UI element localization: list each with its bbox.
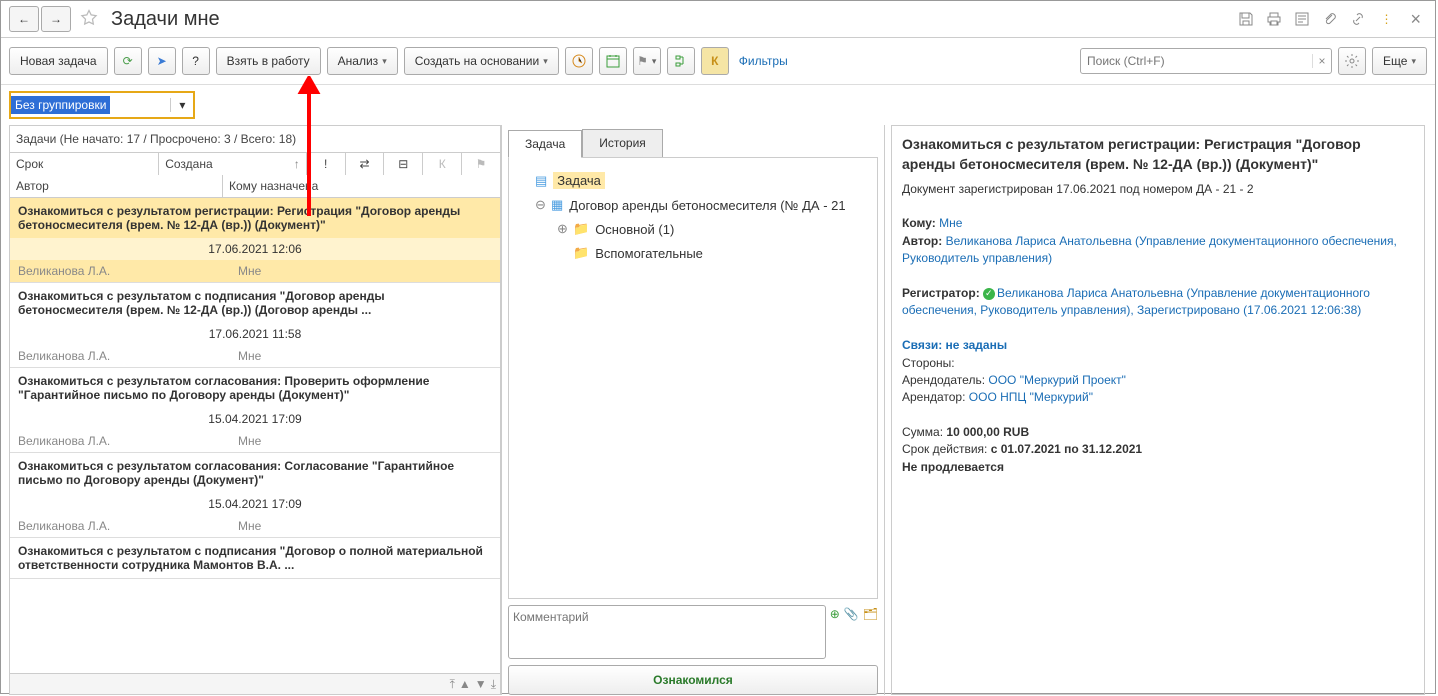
detail-heading: Ознакомиться с результатом регистрации: … xyxy=(902,134,1414,175)
print-icon[interactable] xyxy=(1264,9,1284,29)
k-button[interactable]: К xyxy=(701,47,729,75)
clock-button[interactable] xyxy=(565,47,593,75)
col-assignee[interactable]: Кому назначена xyxy=(223,175,324,197)
col-author[interactable]: Автор xyxy=(10,175,223,197)
refresh-button[interactable]: ⟳ xyxy=(114,47,142,75)
search-input[interactable] xyxy=(1081,54,1312,68)
author-link[interactable]: Великанова Лариса Анатольевна (Управлени… xyxy=(902,234,1397,265)
col-flow-icon[interactable]: ⇄ xyxy=(346,153,385,175)
doc-icon: ▦ xyxy=(551,197,563,213)
tab-history[interactable]: История xyxy=(582,129,663,157)
collapse-icon[interactable]: ⊖ xyxy=(535,197,547,213)
link-icon[interactable] xyxy=(1348,9,1368,29)
task-icon: ▤ xyxy=(535,173,547,189)
search-clear-button[interactable]: × xyxy=(1312,54,1331,68)
tree-aux-folder[interactable]: ⊕ 📁 Вспомогательные xyxy=(557,241,869,265)
task-row[interactable]: Ознакомиться с результатом с подписания … xyxy=(10,283,500,368)
col-k-icon[interactable]: К xyxy=(423,153,462,175)
tab-task[interactable]: Задача xyxy=(508,130,582,158)
calendar-button[interactable] xyxy=(599,47,627,75)
grouping-select[interactable]: Без группировки ▾ xyxy=(9,91,195,119)
flag-button[interactable]: ⚑▾ xyxy=(633,47,661,75)
task-tree: ▤ Задача ⊖ ▦ Договор аренды бетоносмесит… xyxy=(508,157,878,599)
acknowledge-button[interactable]: Ознакомился xyxy=(508,665,878,695)
lessee-link[interactable]: ООО НПЦ "Меркурий" xyxy=(969,390,1093,404)
attach-icon[interactable] xyxy=(1320,9,1340,29)
search-input-wrap: × xyxy=(1080,48,1332,74)
links-link[interactable]: Связи: не заданы xyxy=(902,337,1414,354)
filters-link[interactable]: Фильтры xyxy=(739,54,788,68)
take-to-work-button[interactable]: Взять в работу xyxy=(216,47,321,75)
list-footer: ⤒ ▲ ▼ ⤓ xyxy=(9,674,501,695)
scroll-top-icon[interactable]: ⤒ xyxy=(450,677,455,692)
col-created[interactable]: Создана↑ xyxy=(159,153,306,175)
nav-back-button[interactable]: ← xyxy=(9,6,39,32)
task-row[interactable]: Ознакомиться с результатом с подписания … xyxy=(10,538,500,579)
to-link[interactable]: Мне xyxy=(939,216,962,230)
col-deadline[interactable]: Срок xyxy=(10,153,159,175)
save-icon[interactable] xyxy=(1236,9,1256,29)
task-row[interactable]: Ознакомиться с результатом согласования:… xyxy=(10,368,500,453)
task-list-summary: Задачи (Не начато: 17 / Просрочено: 3 / … xyxy=(9,125,501,153)
task-row[interactable]: Ознакомиться с результатом регистрации: … xyxy=(10,198,500,283)
add-icon[interactable]: ⊕ xyxy=(830,607,840,621)
task-row[interactable]: Ознакомиться с результатом согласования:… xyxy=(10,453,500,538)
col-priority-icon[interactable]: ! xyxy=(307,153,346,175)
tree-root[interactable]: ▤ Задача xyxy=(535,168,869,193)
tree-doc[interactable]: ⊖ ▦ Договор аренды бетоносмесителя (№ ДА… xyxy=(535,193,869,217)
tree-button[interactable] xyxy=(667,47,695,75)
create-based-on-button[interactable]: Создать на основании▾ xyxy=(404,47,559,75)
report-icon[interactable] xyxy=(1292,9,1312,29)
scroll-up-icon[interactable]: ▲ xyxy=(459,677,471,691)
col-tree-icon[interactable]: ⊟ xyxy=(384,153,423,175)
image-icon[interactable]: 🗂 xyxy=(863,607,878,621)
task-list: Ознакомиться с результатом регистрации: … xyxy=(9,198,501,674)
check-icon xyxy=(983,288,995,300)
favorite-star-icon[interactable] xyxy=(79,8,101,30)
detail-regline: Документ зарегистрирован 17.06.2021 под … xyxy=(902,181,1414,198)
lessor-link[interactable]: ООО "Меркурий Проект" xyxy=(988,373,1126,387)
new-task-button[interactable]: Новая задача xyxy=(9,47,108,75)
page-title: Задачи мне xyxy=(111,8,220,31)
folder-icon: 📁 xyxy=(573,245,589,261)
more-button[interactable]: Еще▾ xyxy=(1372,47,1427,75)
tree-main-folder[interactable]: ⊕ 📁 Основной (1) xyxy=(557,217,869,241)
comment-input[interactable] xyxy=(508,605,826,659)
nav-forward-button[interactable]: → xyxy=(41,6,71,32)
settings-button[interactable] xyxy=(1338,47,1366,75)
grouping-caret-icon[interactable]: ▾ xyxy=(170,98,193,112)
forward-button[interactable]: ➤ xyxy=(148,47,176,75)
menu-dots-icon[interactable]: ⋮ xyxy=(1376,9,1396,29)
close-button[interactable]: × xyxy=(1404,7,1427,32)
scroll-down-icon[interactable]: ▼ xyxy=(475,677,487,691)
task-detail: Ознакомиться с результатом регистрации: … xyxy=(891,125,1425,695)
help-button[interactable]: ? xyxy=(182,47,210,75)
scroll-bottom-icon[interactable]: ⤓ xyxy=(491,677,496,692)
col-flag-icon[interactable]: ⚑ xyxy=(462,153,500,175)
expand-icon[interactable]: ⊕ xyxy=(557,221,569,237)
clip-icon[interactable]: 📎 xyxy=(844,607,859,621)
analyze-button[interactable]: Анализ▾ xyxy=(327,47,398,75)
folder-icon: 📁 xyxy=(573,221,589,237)
